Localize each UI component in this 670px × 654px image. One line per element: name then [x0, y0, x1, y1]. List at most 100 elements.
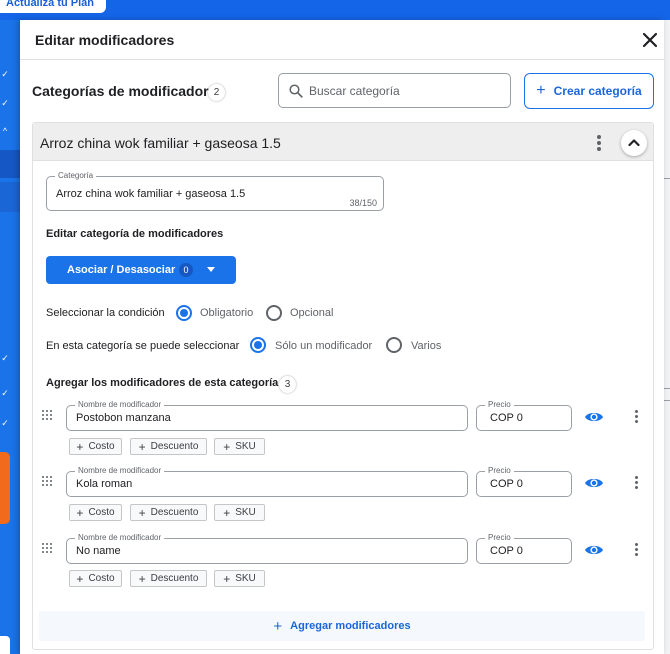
category-card-header[interactable]: Arroz china wok familiar + gaseosa 1.5 — [33, 123, 653, 161]
edit-modifiers-panel: Editar modificadores Categorías de modif… — [20, 20, 664, 654]
check-icon: ✓ — [1, 353, 9, 363]
modifier-name-value: Kola roman — [76, 478, 133, 490]
eye-icon[interactable] — [584, 476, 604, 490]
add-sku-chip[interactable]: + SKU — [214, 570, 265, 587]
modifier-price-value: COP 0 — [490, 478, 523, 490]
modifier-name-label: Nombre de modificador — [75, 533, 165, 543]
drag-handle-icon[interactable] — [42, 543, 52, 555]
sidebar-item[interactable] — [0, 182, 20, 212]
plus-icon: + — [138, 439, 146, 454]
more-vertical-icon[interactable] — [632, 475, 642, 493]
plus-icon: + — [223, 571, 231, 586]
plus-icon: + — [536, 82, 546, 99]
chevron-up-icon — [628, 139, 640, 147]
caret-down-icon[interactable] — [207, 267, 215, 272]
app-sidebar: ✓ ✓ ^ ✓ ✓ ✓ — [0, 20, 20, 654]
add-discount-chip[interactable]: + Descuento — [130, 438, 207, 455]
add-cost-chip[interactable]: + Costo — [69, 504, 122, 521]
modifier-name-field[interactable]: Nombre de modificador Kola roman — [66, 466, 468, 497]
modifier-price-value: COP 0 — [490, 412, 523, 424]
plus-icon: + — [138, 505, 146, 520]
eye-icon[interactable] — [584, 543, 604, 557]
plus-icon: + — [76, 571, 84, 586]
close-icon — [642, 32, 658, 48]
category-header-title: Arroz china wok familiar + gaseosa 1.5 — [40, 135, 281, 151]
radio-varios[interactable] — [386, 337, 402, 353]
collapse-button[interactable] — [621, 130, 647, 156]
radio-opcional-label[interactable]: Opcional — [290, 307, 333, 319]
add-cost-chip[interactable]: + Costo — [69, 438, 122, 455]
create-category-button[interactable]: + Crear categoría — [524, 73, 654, 109]
check-icon: ✓ — [1, 388, 9, 398]
modifier-name-label: Nombre de modificador — [75, 400, 165, 410]
price-label: Precio — [485, 466, 514, 476]
plus-icon: + — [273, 617, 283, 635]
associate-label: Asociar / Desasociar — [67, 264, 176, 276]
sidebar-promo-tab[interactable] — [0, 452, 10, 524]
selection-label: En esta categoría se puede seleccionar — [46, 340, 240, 352]
plus-icon: + — [223, 439, 231, 454]
create-category-label: Crear categoría — [553, 84, 642, 98]
check-icon: ✓ — [1, 418, 9, 428]
add-modifiers-label: Agregar modificadores — [290, 620, 411, 632]
add-sku-chip[interactable]: + SKU — [214, 438, 265, 455]
close-button[interactable] — [638, 28, 662, 52]
sidebar-active-item[interactable] — [0, 150, 20, 178]
price-label: Precio — [485, 400, 514, 410]
category-name-value: Arroz china wok familiar + gaseosa 1.5 — [56, 188, 246, 200]
modifier-name-field[interactable]: Nombre de modificador No name — [66, 533, 468, 564]
drag-handle-icon[interactable] — [42, 410, 52, 422]
panel-header: Editar modificadores — [20, 20, 664, 60]
check-icon: ✓ — [1, 98, 9, 108]
modifier-name-field[interactable]: Nombre de modificador Postobon manzana — [66, 400, 468, 431]
more-vertical-icon[interactable] — [632, 409, 642, 427]
search-icon — [289, 84, 303, 98]
associate-button[interactable]: Asociar / Desasociar 0 — [46, 256, 236, 284]
search-category-input[interactable] — [309, 74, 504, 107]
modifiers-title: Agregar los modificadores de esta catego… — [46, 377, 279, 389]
more-vertical-icon[interactable] — [632, 542, 642, 560]
modifier-price-field[interactable]: Precio COP 0 — [476, 533, 572, 564]
check-icon: ✓ — [1, 69, 9, 79]
modifier-name-value: No name — [76, 545, 121, 557]
associate-count-badge: 0 — [179, 263, 193, 277]
upgrade-plan-button[interactable]: Actualiza tu Plan — [0, 0, 107, 13]
category-name-label: Categoría — [55, 171, 97, 181]
edit-category-title: Editar categoría de modificadores — [46, 228, 224, 240]
modifier-name-label: Nombre de modificador — [75, 466, 165, 476]
radio-solo-un-modificador[interactable] — [250, 337, 266, 353]
add-discount-chip[interactable]: + Descuento — [130, 570, 207, 587]
sidebar-bottom-widget[interactable] — [0, 636, 10, 654]
add-sku-chip[interactable]: + SKU — [214, 504, 265, 521]
radio-obligatorio-label[interactable]: Obligatorio — [200, 307, 253, 319]
eye-icon[interactable] — [584, 410, 604, 424]
char-counter: 38/150 — [349, 198, 377, 208]
plus-icon: + — [76, 439, 84, 454]
plus-icon: + — [138, 571, 146, 586]
add-cost-chip[interactable]: + Costo — [69, 570, 122, 587]
radio-varios-label[interactable]: Varios — [411, 340, 441, 352]
category-name-field[interactable]: Categoría Arroz china wok familiar + gas… — [46, 171, 384, 211]
plus-icon: + — [223, 505, 231, 520]
modifier-price-field[interactable]: Precio COP 0 — [476, 400, 572, 431]
app-background-content — [664, 20, 670, 654]
add-discount-chip[interactable]: + Descuento — [130, 504, 207, 521]
modifier-price-field[interactable]: Precio COP 0 — [476, 466, 572, 497]
modifier-price-value: COP 0 — [490, 545, 523, 557]
categories-count-badge: 2 — [208, 84, 225, 101]
radio-opcional[interactable] — [266, 305, 282, 321]
panel-title: Editar modificadores — [35, 32, 175, 48]
radio-solo-un-modificador-label[interactable]: Sólo un modificador — [275, 340, 372, 352]
condition-label: Seleccionar la condición — [46, 307, 165, 319]
category-card: Arroz china wok familiar + gaseosa 1.5 C… — [32, 122, 654, 650]
drag-handle-icon[interactable] — [42, 476, 52, 488]
more-vertical-icon[interactable] — [594, 134, 604, 152]
chevron-up-icon: ^ — [2, 126, 8, 136]
radio-obligatorio[interactable] — [176, 305, 192, 321]
add-modifiers-button[interactable]: + Agregar modificadores — [39, 611, 645, 641]
categories-title: Categorías de modificadores — [32, 83, 225, 99]
plus-icon: + — [76, 505, 84, 520]
price-label: Precio — [485, 533, 514, 543]
search-box[interactable] — [278, 73, 511, 108]
modifiers-count-badge: 3 — [279, 376, 296, 393]
